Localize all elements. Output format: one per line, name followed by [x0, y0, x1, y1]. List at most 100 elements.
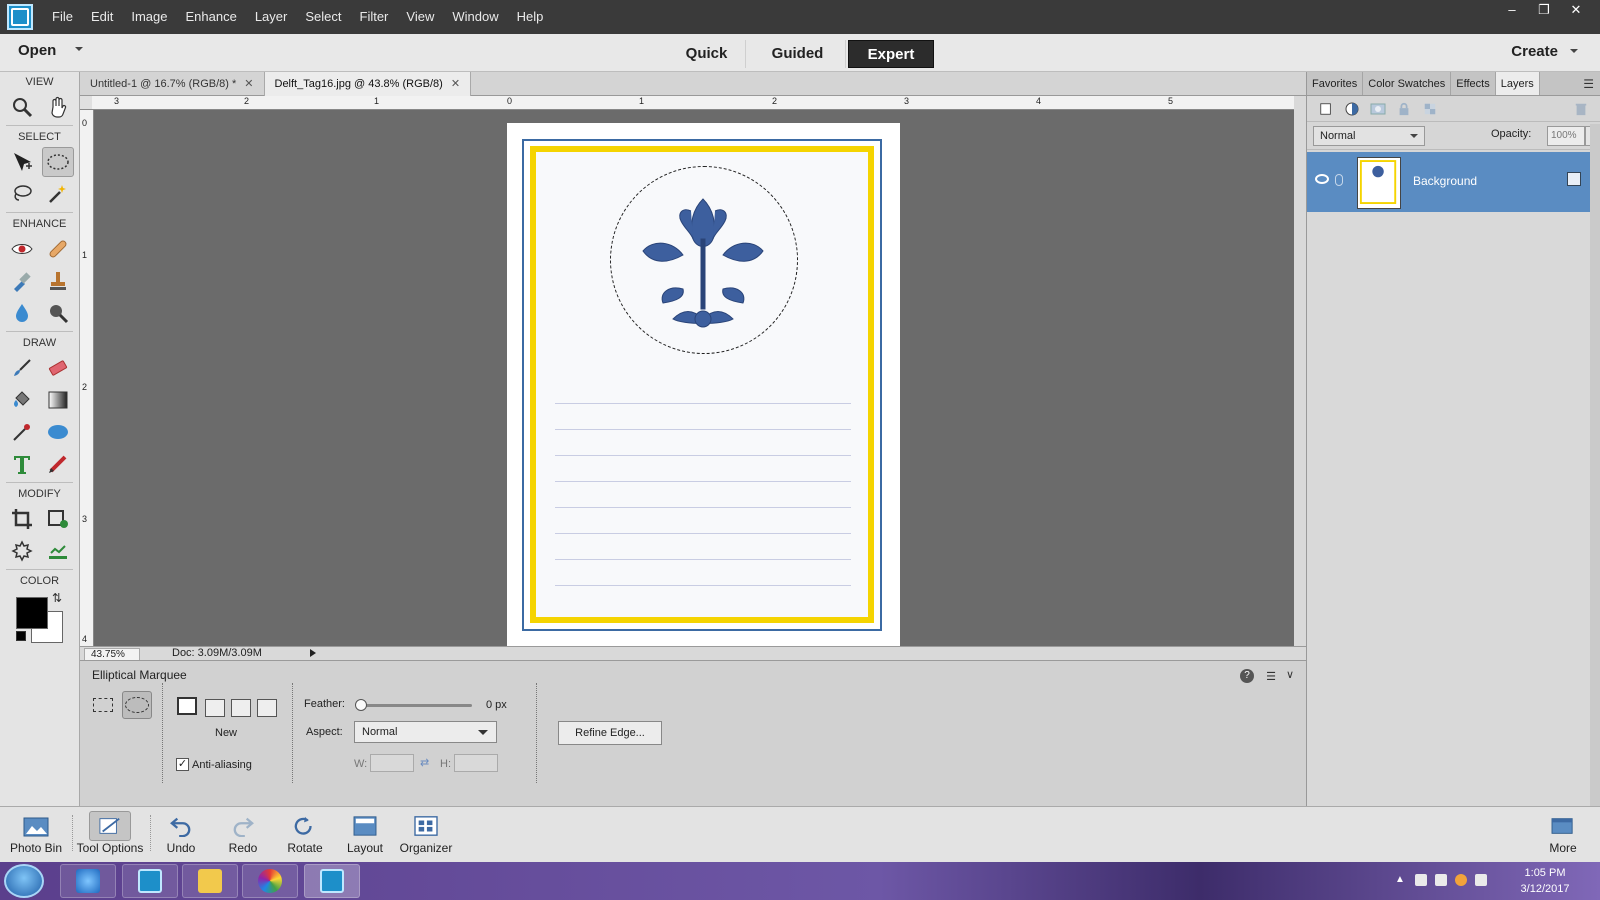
- aspect-select[interactable]: Normal: [354, 721, 497, 743]
- height-input[interactable]: [454, 754, 498, 772]
- tab-favorites[interactable]: Favorites: [1307, 72, 1364, 95]
- taskbar-picasa[interactable]: [242, 864, 298, 898]
- refine-edge-button[interactable]: Refine Edge...: [558, 721, 662, 745]
- feather-slider-thumb[interactable]: [355, 699, 367, 711]
- new-layer-icon[interactable]: [1317, 101, 1335, 117]
- clone-stamp-tool-icon[interactable]: [42, 266, 74, 296]
- trash-icon[interactable]: [1572, 101, 1590, 117]
- adjustment-layer-icon[interactable]: [1343, 101, 1361, 117]
- volume-icon[interactable]: [1415, 874, 1427, 886]
- red-eye-tool-icon[interactable]: [6, 234, 38, 264]
- organizer-button[interactable]: Organizer: [396, 811, 456, 861]
- status-menu-arrow-icon[interactable]: [310, 649, 316, 657]
- restore-icon[interactable]: ❐: [1528, 0, 1560, 20]
- blend-mode-select[interactable]: Normal: [1313, 126, 1425, 146]
- anti-aliasing-checkbox[interactable]: ✓: [176, 758, 189, 771]
- tab-effects[interactable]: Effects: [1451, 72, 1496, 95]
- taskbar-photoshop-elements-editor[interactable]: [122, 864, 178, 898]
- doc-tab-untitled[interactable]: Untitled-1 @ 16.7% (RGB/8) * ✕: [80, 72, 265, 96]
- blur-tool-icon[interactable]: [6, 298, 38, 328]
- crop-tool-icon[interactable]: [6, 504, 38, 534]
- menu-image[interactable]: Image: [122, 0, 176, 34]
- document-page[interactable]: [507, 123, 900, 647]
- undo-button[interactable]: Undo: [156, 811, 206, 861]
- width-input[interactable]: [370, 754, 414, 772]
- close-icon[interactable]: ✕: [244, 72, 253, 96]
- opacity-input[interactable]: 100%: [1547, 126, 1585, 146]
- menu-filter[interactable]: Filter: [351, 0, 398, 34]
- chevron-down-icon[interactable]: [75, 47, 83, 51]
- selection-mode-add[interactable]: [205, 699, 225, 717]
- layer-row[interactable]: Background: [1307, 152, 1600, 212]
- magic-wand-tool-icon[interactable]: [42, 179, 74, 209]
- menu-file[interactable]: File: [43, 0, 82, 34]
- tab-expert[interactable]: Expert: [848, 40, 934, 68]
- create-button[interactable]: Create: [1511, 43, 1558, 60]
- hand-tool-icon[interactable]: [42, 92, 74, 122]
- layer-mask-icon[interactable]: [1369, 101, 1387, 117]
- selection-mode-new[interactable]: [177, 697, 197, 715]
- close-icon[interactable]: ✕: [1560, 0, 1592, 20]
- layer-lock-icon[interactable]: [1567, 172, 1581, 186]
- signal-icon[interactable]: [1475, 874, 1487, 886]
- sponge-tool-icon[interactable]: [42, 298, 74, 328]
- smart-brush-tool-icon[interactable]: [6, 266, 38, 296]
- menu-help[interactable]: Help: [508, 0, 553, 34]
- brush-tool-icon[interactable]: [6, 353, 38, 383]
- eye-icon[interactable]: [1315, 174, 1329, 184]
- rectangular-marquee-button[interactable]: [88, 691, 118, 719]
- menu-select[interactable]: Select: [296, 0, 350, 34]
- foreground-color-swatch[interactable]: [16, 597, 48, 629]
- vertical-scrollbar[interactable]: [1294, 96, 1306, 646]
- selection-mode-intersect[interactable]: [257, 699, 277, 717]
- type-tool-icon[interactable]: [6, 449, 38, 479]
- open-button[interactable]: Open: [18, 42, 56, 59]
- panel-menu-icon[interactable]: ☰: [1266, 670, 1276, 683]
- menu-enhance[interactable]: Enhance: [177, 0, 246, 34]
- menu-layer[interactable]: Layer: [246, 0, 297, 34]
- panel-menu-icon[interactable]: ☰: [1577, 72, 1600, 95]
- move-tool-icon[interactable]: [6, 147, 38, 177]
- feather-slider-track[interactable]: [360, 704, 472, 707]
- taskbar-photoshop-elements-active[interactable]: [304, 864, 360, 898]
- lock-transparency-icon[interactable]: [1421, 101, 1439, 117]
- tab-color-swatches[interactable]: Color Swatches: [1363, 72, 1452, 95]
- taskbar-internet-explorer[interactable]: [60, 864, 116, 898]
- swap-dimensions-icon[interactable]: ⇄: [420, 756, 429, 769]
- rotate-button[interactable]: Rotate: [280, 811, 330, 861]
- eyedropper-tool-icon[interactable]: [6, 417, 38, 447]
- lock-icon[interactable]: [1395, 101, 1413, 117]
- more-button[interactable]: More: [1538, 811, 1588, 861]
- layout-button[interactable]: Layout: [340, 811, 390, 861]
- chevron-up-icon[interactable]: ▲: [1395, 874, 1407, 886]
- minimize-icon[interactable]: –: [1496, 0, 1528, 20]
- eraser-tool-icon[interactable]: [42, 353, 74, 383]
- tab-guided[interactable]: Guided: [750, 40, 846, 68]
- start-button-icon[interactable]: [4, 864, 44, 898]
- recompose-tool-icon[interactable]: [42, 504, 74, 534]
- default-colors-icon[interactable]: [16, 631, 26, 641]
- healing-brush-tool-icon[interactable]: [42, 234, 74, 264]
- shape-tool-icon[interactable]: [42, 417, 74, 447]
- tool-options-button[interactable]: Tool Options: [72, 811, 148, 861]
- elliptical-selection[interactable]: [610, 166, 798, 354]
- redo-button[interactable]: Redo: [218, 811, 268, 861]
- doc-tab-delft[interactable]: Delft_Tag16.jpg @ 43.8% (RGB/8) ✕: [264, 72, 472, 96]
- panel-scrollbar[interactable]: [1590, 124, 1600, 806]
- straighten-tool-icon[interactable]: [42, 536, 74, 566]
- elliptical-marquee-button[interactable]: [122, 691, 152, 719]
- menu-window[interactable]: Window: [443, 0, 507, 34]
- clock[interactable]: 1:05 PM 3/12/2017: [1510, 865, 1580, 897]
- close-icon[interactable]: ✕: [451, 72, 460, 96]
- network-icon[interactable]: [1435, 874, 1447, 886]
- help-icon[interactable]: ?: [1240, 669, 1254, 683]
- chevron-down-icon[interactable]: [1570, 49, 1578, 53]
- gradient-tool-icon[interactable]: [42, 385, 74, 415]
- menu-edit[interactable]: Edit: [82, 0, 122, 34]
- menu-view[interactable]: View: [397, 0, 443, 34]
- taskbar-file-explorer[interactable]: [182, 864, 238, 898]
- paint-bucket-tool-icon[interactable]: [6, 385, 38, 415]
- photo-bin-button[interactable]: Photo Bin: [6, 811, 66, 861]
- lasso-tool-icon[interactable]: [6, 179, 38, 209]
- tab-layers[interactable]: Layers: [1495, 72, 1540, 95]
